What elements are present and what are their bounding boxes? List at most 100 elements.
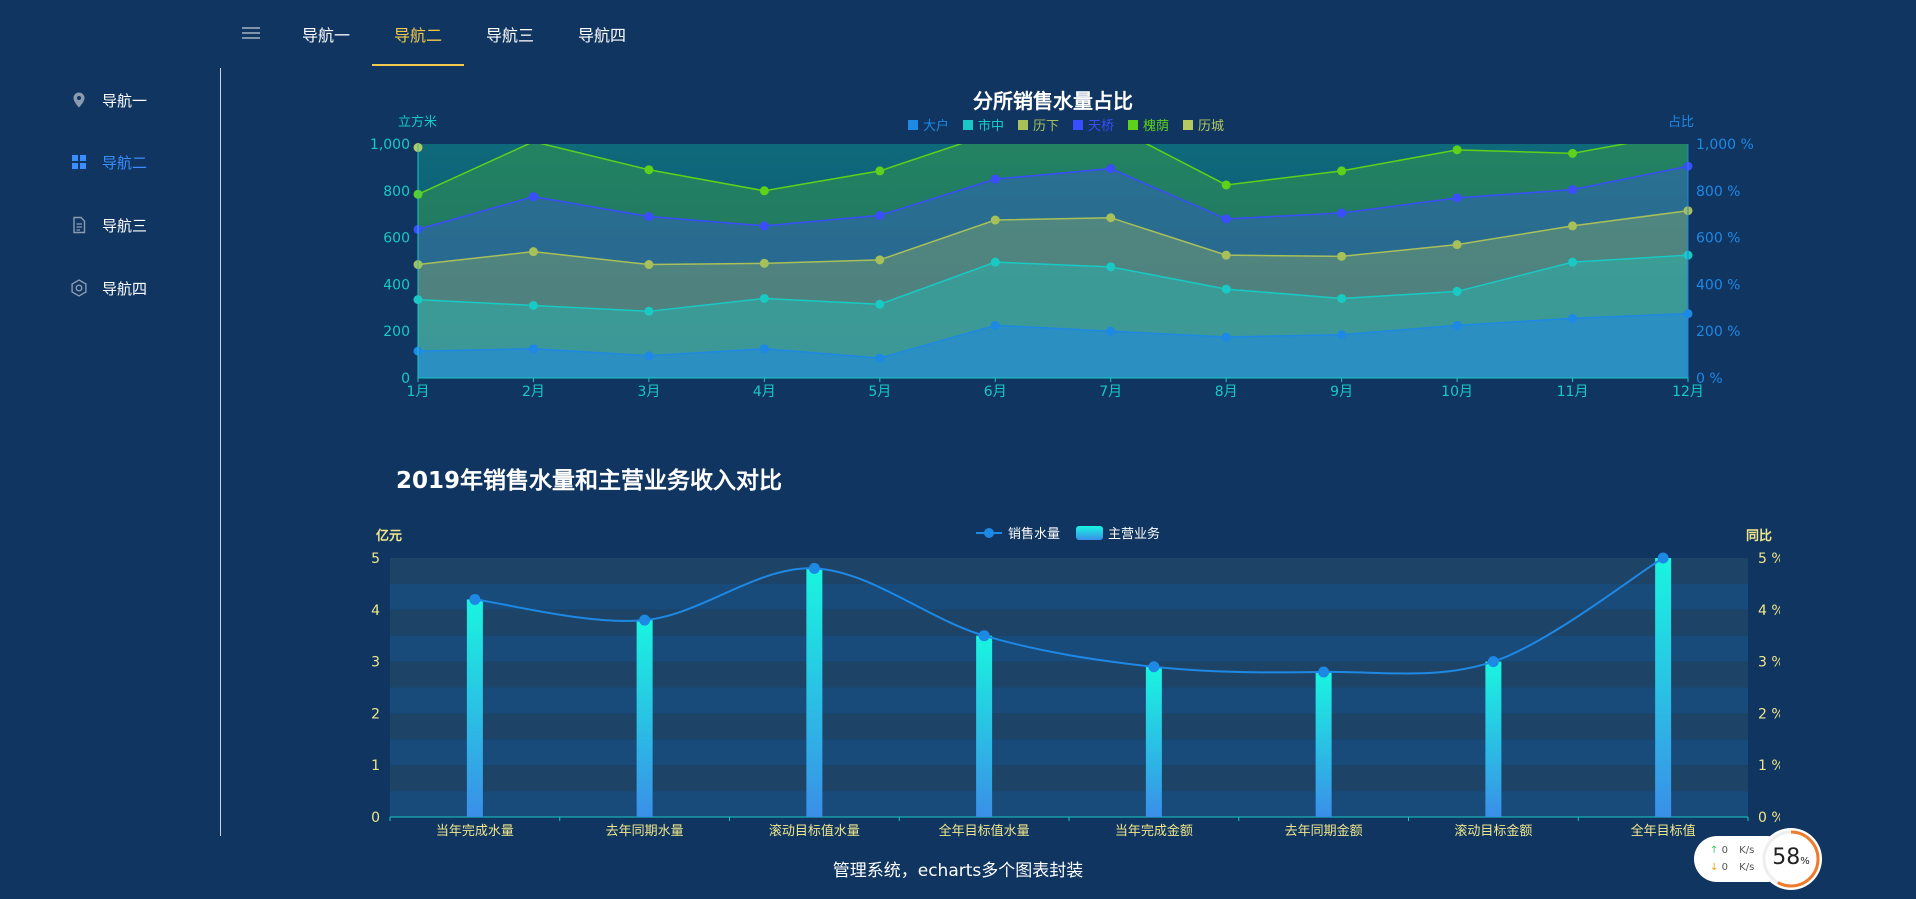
y2-tick-label: 800 % [1696,184,1740,200]
footer-caption: 管理系统，echarts多个图表封装 [832,861,1084,881]
sidebar-item-nav-4[interactable]: 导航四 [70,274,210,302]
sidebar-item-label: 导航三 [102,216,148,235]
location-pin-icon [73,92,85,108]
data-point-槐荫 [1221,180,1231,190]
data-point-大户 [1568,313,1578,323]
data-point-槐荫 [1568,148,1578,158]
x-tick-label: 10月 [1441,384,1473,400]
plot-band [390,635,1748,662]
download-arrow-icon: ↓ [1710,862,1719,873]
download-value: 0 [1721,862,1728,873]
usage-gauge: 58% [1760,828,1822,890]
legend-label: 市中 [978,118,1004,134]
legend-swatch-大户 [908,120,918,130]
data-point-大户 [1106,326,1116,336]
y2-tick-label: 3 % [1758,655,1780,671]
tab-nav-2[interactable]: 导航二 [394,22,442,46]
data-point-销售水量 [1318,666,1330,678]
data-point-大户 [875,353,885,363]
chart-title: 2019年销售水量和主营业务收入对比 [396,467,782,494]
legend-label: 历下 [1033,119,1059,134]
x-tick-label: 7月 [1099,384,1122,400]
data-point-天桥 [1337,208,1347,218]
legend-swatch-市中 [963,120,973,130]
tab-nav-3[interactable]: 导航三 [486,22,534,46]
data-point-槐荫 [1337,166,1347,176]
legend-label: 主营业务 [1108,526,1160,542]
tab-nav-4[interactable]: 导航四 [578,22,626,46]
bar-主营业务 [636,620,653,817]
data-point-历下 [875,255,885,265]
x-tick-label: 5月 [868,384,891,400]
y2-tick-label: 1,000 % [1696,137,1754,153]
data-point-天桥 [990,174,1000,184]
network-speed-widget[interactable]: ↑ 0 K/s ↓ 0 K/s 58% [1694,828,1830,890]
upload-arrow-icon: ↑ [1710,845,1719,856]
y2-tick-label: 600 % [1696,231,1740,247]
data-point-槐荫 [759,186,769,196]
legend-swatch-历下 [1018,120,1028,130]
data-point-槐荫 [875,166,885,176]
x-tick-label: 2月 [522,384,545,400]
sidebar-item-nav-1[interactable]: 导航一 [70,86,210,114]
data-point-槐荫 [1452,145,1462,155]
data-point-市中 [644,306,654,316]
y-tick-label: 4 [371,603,380,619]
x-tick-label: 3月 [637,384,660,400]
data-point-大户 [644,351,654,361]
data-point-市中 [1337,293,1347,303]
data-point-大户 [1337,330,1347,340]
data-point-市中 [1106,262,1116,272]
data-point-天桥 [1106,164,1116,174]
legend-label: 槐荫 [1143,118,1169,134]
data-point-市中 [990,257,1000,267]
y-tick-label: 2 [371,706,380,722]
data-point-市中 [528,300,538,310]
x-tick-label: 8月 [1215,384,1238,400]
data-point-销售水量 [1148,661,1160,673]
data-point-历下 [1568,221,1578,231]
sidebar: 导航一 导航二 导航三 导航四 [0,68,221,836]
data-point-市中 [1452,286,1462,296]
data-point-销售水量 [978,630,990,642]
usage-percent-sign: % [1800,856,1810,867]
sidebar-item-nav-3[interactable]: 导航三 [70,211,210,239]
document-icon [73,216,86,234]
y-tick-label: 1 [371,758,380,774]
plot-band [390,558,1748,584]
water-share-area-chart: 00 %200 200 %400 400 %600 600 %800 800 %1,00… [370,89,1754,400]
legend-label: 销售水量 [1008,526,1060,542]
bar-主营业务 [1485,661,1502,817]
y-tick-label: 0 [371,810,380,826]
data-point-历下 [759,258,769,268]
data-point-大户 [759,344,769,354]
water-share-chart-panel: 00 % 200 200 % 400 400 % 600 600 % 800 800 % 1,00… [360,82,1780,412]
data-point-天桥 [1452,193,1462,203]
y2-tick-label: 5 % [1758,551,1780,567]
bar-主营业务 [1315,671,1332,817]
data-point-销售水量 [469,593,481,605]
data-point-历下 [1221,250,1231,260]
data-point-历下 [1337,251,1347,261]
x-tick-label: 9月 [1330,384,1353,400]
x-tick-label: 4月 [753,384,776,400]
sidebar-item-nav-2[interactable]: 导航二 [70,148,210,176]
x-tick-label: 滚动目标金额 [1454,823,1532,839]
bar-主营业务 [1655,558,1672,817]
y-tick-label: 5 [371,551,380,567]
tab-nav-1[interactable]: 导航一 [302,22,350,46]
y2-tick-label: 200 % [1696,324,1740,340]
menu-icon[interactable] [242,24,260,40]
data-point-历下 [990,215,1000,225]
x-tick-label: 全年目标值 [1631,823,1696,839]
y-axis-label: 立方米 [398,114,437,130]
bar-主营业务 [976,635,993,817]
y2-axis-label: 占比 [1668,115,1694,130]
data-point-销售水量 [1657,552,1669,564]
data-point-销售水量 [1487,656,1499,668]
data-point-市中 [1568,257,1578,267]
plot-band [390,583,1748,610]
plot-band [390,661,1748,688]
data-point-天桥 [644,212,654,222]
plot-band [390,791,1748,817]
